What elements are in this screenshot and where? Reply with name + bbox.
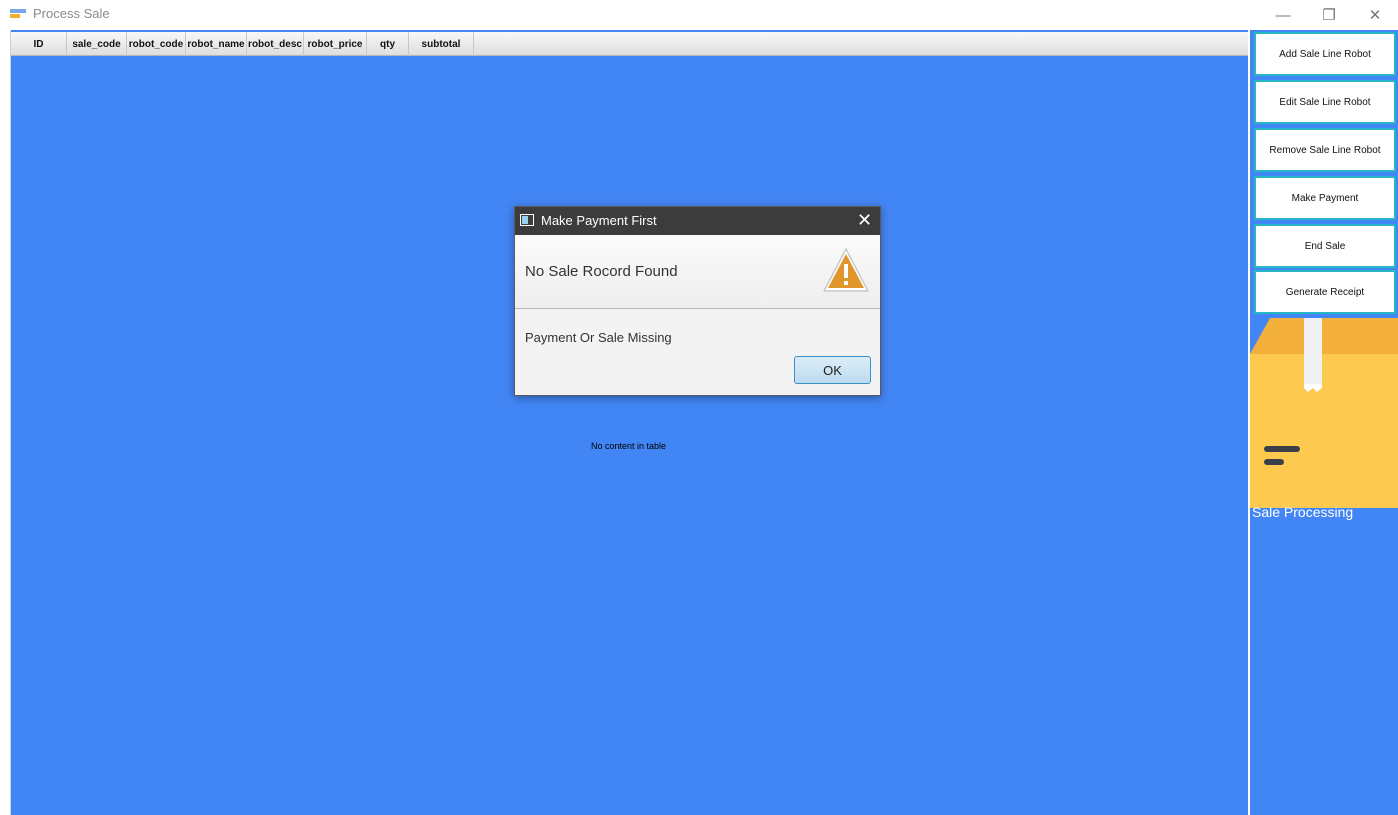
app-icon xyxy=(10,9,26,19)
dialog-close-icon[interactable]: ✕ xyxy=(857,210,872,231)
end-sale-button[interactable]: End Sale xyxy=(1254,224,1396,268)
panel-label: Sale Processing xyxy=(1252,504,1354,520)
table-header: ID sale_code robot_code robot_name robot… xyxy=(11,32,1249,56)
empty-table-message: No content in table xyxy=(591,441,667,451)
column-header-qty[interactable]: qty xyxy=(367,32,409,56)
column-header-robot-desc[interactable]: robot_desc xyxy=(247,32,304,56)
warning-icon xyxy=(823,248,869,292)
close-button[interactable]: ✕ xyxy=(1352,0,1398,30)
sale-lines-table[interactable]: ID sale_code robot_code robot_name robot… xyxy=(10,30,1249,815)
dialog-window-icon xyxy=(520,214,534,226)
add-sale-line-robot-button[interactable]: Add Sale Line Robot xyxy=(1254,32,1396,76)
maximize-button[interactable]: ❐ xyxy=(1306,0,1352,30)
dialog-content-text: Payment Or Sale Missing xyxy=(525,330,672,345)
generate-receipt-button[interactable]: Generate Receipt xyxy=(1254,270,1396,314)
remove-sale-line-robot-button[interactable]: Remove Sale Line Robot xyxy=(1254,128,1396,172)
window-title: Process Sale xyxy=(33,6,110,21)
dialog-titlebar: Make Payment First ✕ xyxy=(515,207,880,235)
column-header-sale-code[interactable]: sale_code xyxy=(67,32,127,56)
column-header-robot-name[interactable]: robot_name xyxy=(186,32,247,56)
make-payment-button[interactable]: Make Payment xyxy=(1254,176,1396,220)
edit-sale-line-robot-button[interactable]: Edit Sale Line Robot xyxy=(1254,80,1396,124)
column-header-robot-price[interactable]: robot_price xyxy=(304,32,367,56)
dialog-header-text: No Sale Rocord Found xyxy=(525,263,678,280)
column-header-id[interactable]: ID xyxy=(11,32,67,56)
minimize-button[interactable]: — xyxy=(1260,0,1306,30)
column-header-subtotal[interactable]: subtotal xyxy=(409,32,474,56)
package-box-illustration xyxy=(1250,318,1398,508)
dialog-header: No Sale Rocord Found xyxy=(515,235,880,309)
window-titlebar: Process Sale — ❐ ✕ xyxy=(0,0,1398,30)
make-payment-first-dialog: Make Payment First ✕ No Sale Rocord Foun… xyxy=(514,206,881,396)
action-panel: Add Sale Line Robot Edit Sale Line Robot… xyxy=(1248,30,1398,815)
column-header-robot-code[interactable]: robot_code xyxy=(127,32,186,56)
ok-button[interactable]: OK xyxy=(794,356,871,384)
dialog-title: Make Payment First xyxy=(541,213,657,228)
